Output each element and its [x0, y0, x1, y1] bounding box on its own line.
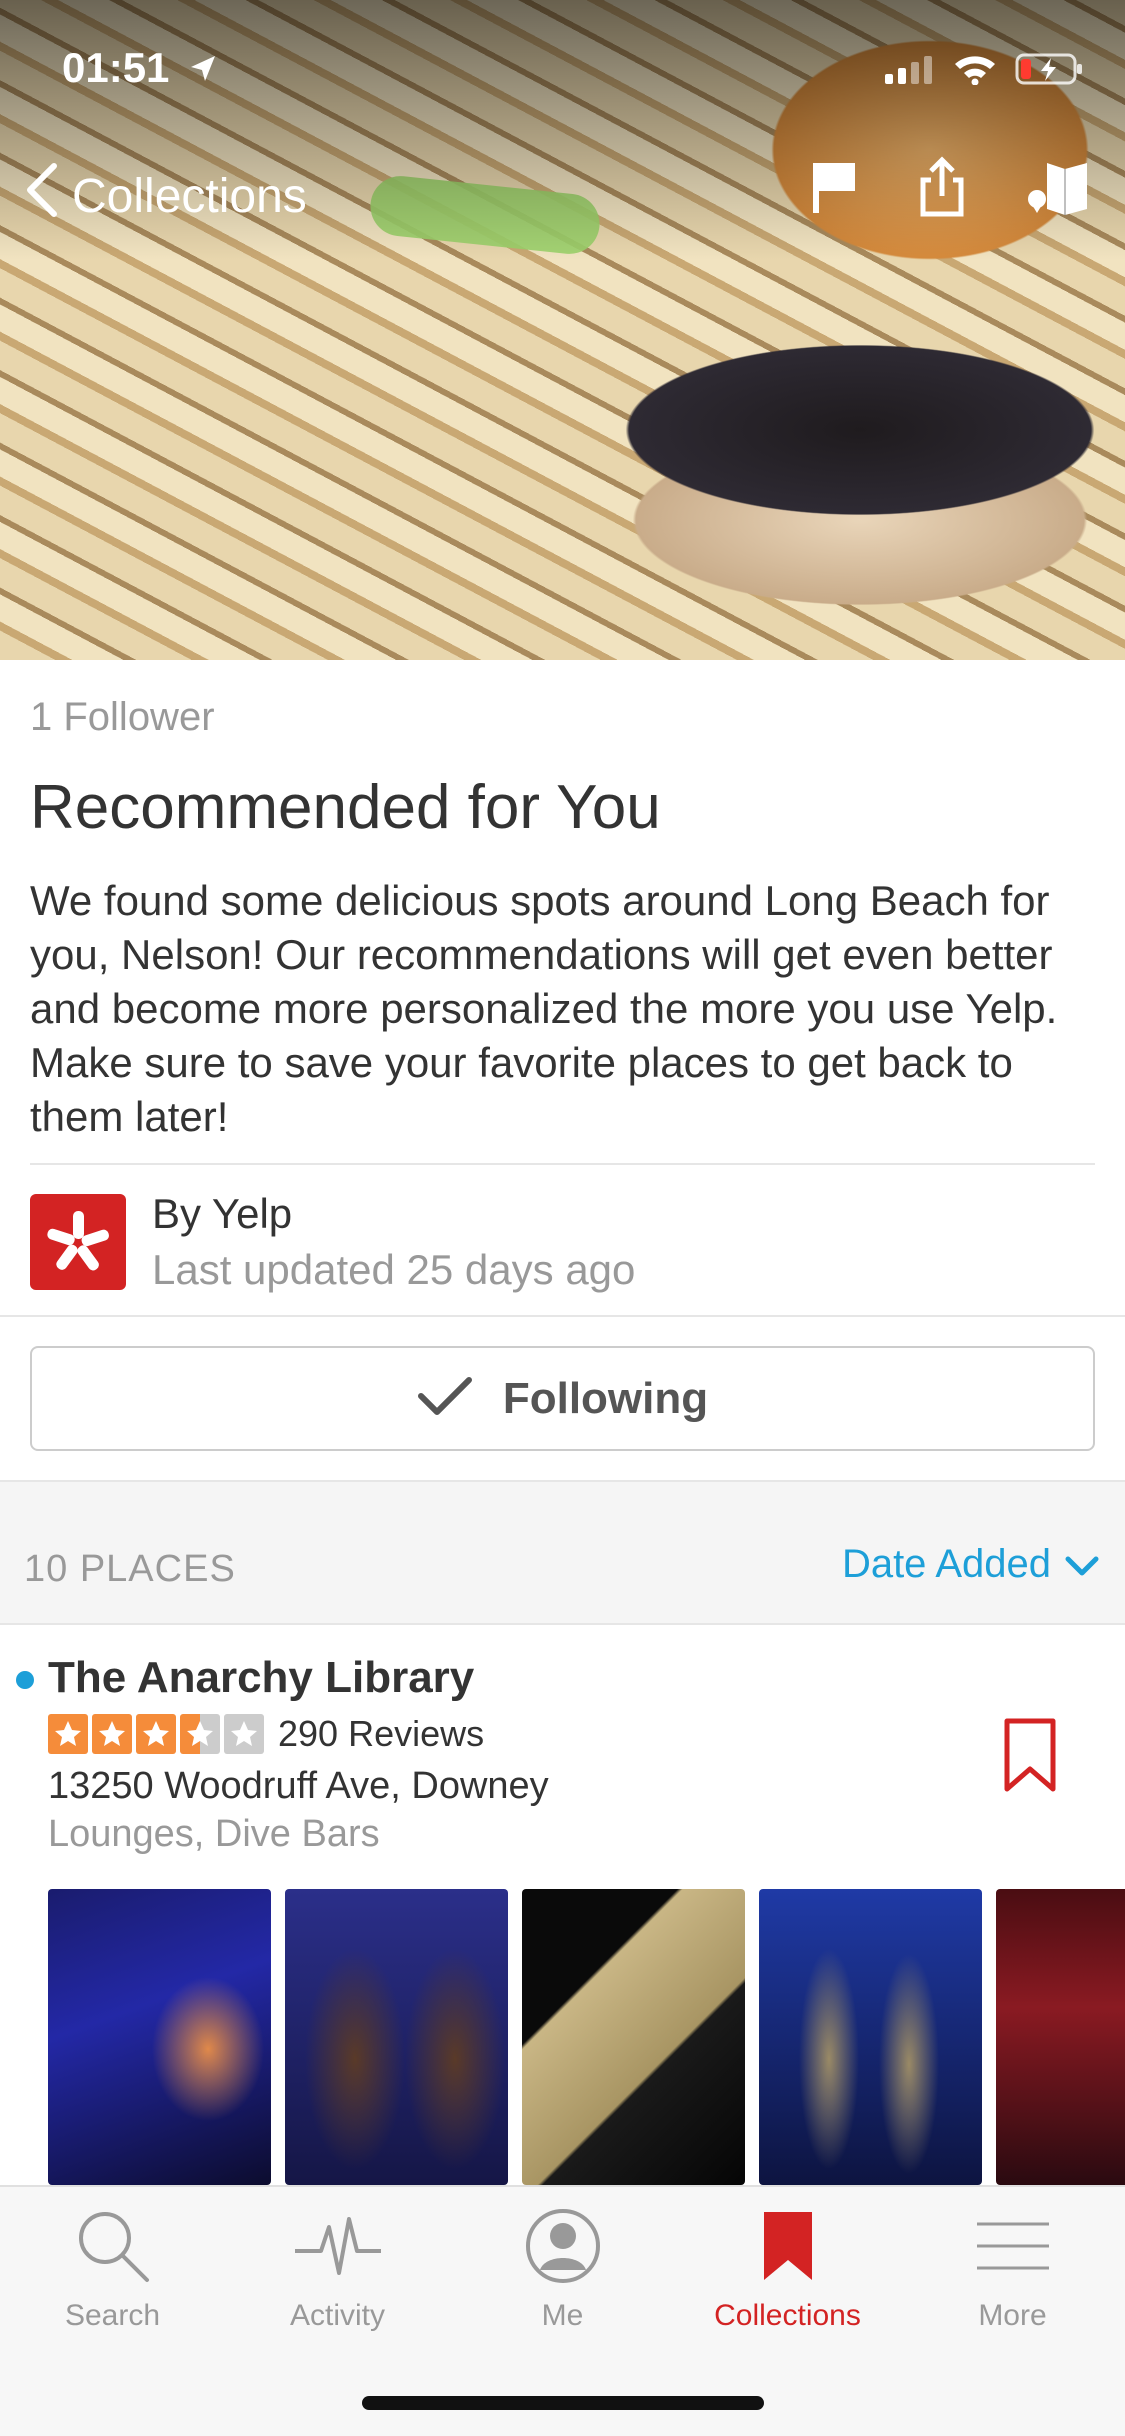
status-bar: 01:51 [0, 0, 1125, 130]
sort-dropdown[interactable]: Date Added [842, 1542, 1099, 1587]
star-icon [92, 1714, 132, 1754]
author-text: By Yelp Last updated 25 days ago [152, 1190, 635, 1294]
new-indicator-dot [16, 1671, 34, 1689]
activity-icon [293, 2201, 383, 2291]
share-icon[interactable] [917, 156, 967, 223]
status-indicators [885, 52, 1085, 91]
business-photo[interactable] [48, 1889, 271, 2185]
places-header: 10 PLACES Date Added [0, 1480, 1125, 1625]
tab-label: Search [64, 2299, 161, 2332]
collection-title: Recommended for You [30, 773, 661, 842]
home-indicator [362, 2396, 764, 2410]
chevron-left-icon [22, 160, 62, 232]
review-count: 290 Reviews [278, 1713, 485, 1754]
business-list-item[interactable]: The Anarchy Library 290 Reviews 13250 Wo… [0, 1625, 1125, 2185]
star-icon [48, 1714, 88, 1754]
back-button-label: Collections [72, 169, 307, 223]
following-button-label: Following [502, 1373, 709, 1423]
photo-carousel[interactable] [48, 1889, 1125, 2185]
business-photo[interactable] [522, 1889, 745, 2185]
business-photo[interactable] [759, 1889, 982, 2185]
location-arrow-icon [187, 47, 219, 95]
business-photo[interactable] [285, 1889, 508, 2185]
menu-icon [975, 2201, 1051, 2291]
map-icon[interactable] [1025, 159, 1095, 220]
divider [0, 1315, 1125, 1317]
tab-more[interactable]: More [900, 2201, 1125, 2351]
business-name[interactable]: The Anarchy Library [48, 1653, 474, 1703]
last-updated: Last updated 25 days ago [152, 1246, 636, 1293]
follower-count[interactable]: 1 Follower [30, 695, 215, 740]
tab-me[interactable]: Me [450, 2201, 675, 2351]
bookmark-icon [760, 2201, 816, 2291]
tab-label: Collections [714, 2299, 861, 2332]
star-icon [136, 1714, 176, 1754]
status-time-text: 01:51 [62, 44, 170, 91]
profile-icon [523, 2201, 603, 2291]
author-name: By Yelp [152, 1190, 293, 1237]
business-address: 13250 Woodruff Ave, Downey [48, 1765, 549, 1807]
status-time: 01:51 [62, 44, 219, 95]
collection-description: We found some delicious spots around Lon… [30, 877, 1058, 1140]
chevron-down-icon [1065, 1542, 1099, 1587]
business-categories: Lounges, Dive Bars [48, 1813, 380, 1855]
star-rating: 290 Reviews [48, 1713, 484, 1755]
tab-label: More [978, 2299, 1047, 2332]
search-icon [73, 2201, 153, 2291]
battery-low-charging-icon [1015, 52, 1085, 91]
star-half-icon [180, 1714, 220, 1754]
yelp-logo-icon [30, 1194, 126, 1290]
tab-label: Me [541, 2299, 584, 2332]
sort-label: Date Added [841, 1542, 1051, 1586]
navigation-bar: Collections [0, 150, 1125, 250]
divider [30, 1163, 1095, 1165]
checkmark-icon [417, 1374, 473, 1423]
back-button[interactable]: Collections [22, 160, 307, 232]
tab-activity[interactable]: Activity [225, 2201, 450, 2351]
collection-author[interactable]: By Yelp Last updated 25 days ago [30, 1190, 635, 1294]
tab-search[interactable]: Search [0, 2201, 225, 2351]
following-button[interactable]: Following [30, 1346, 1095, 1451]
nav-actions [809, 156, 1095, 223]
flag-icon[interactable] [809, 159, 859, 220]
star-empty-icon [224, 1714, 264, 1754]
wifi-icon [953, 53, 997, 90]
bookmark-icon[interactable] [1003, 1717, 1057, 1798]
business-photo[interactable] [996, 1889, 1125, 2185]
tab-label: Activity [289, 2299, 385, 2332]
tab-collections[interactable]: Collections [675, 2201, 900, 2351]
cellular-signal-icon [885, 54, 935, 89]
places-count: 10 PLACES [24, 1548, 236, 1590]
